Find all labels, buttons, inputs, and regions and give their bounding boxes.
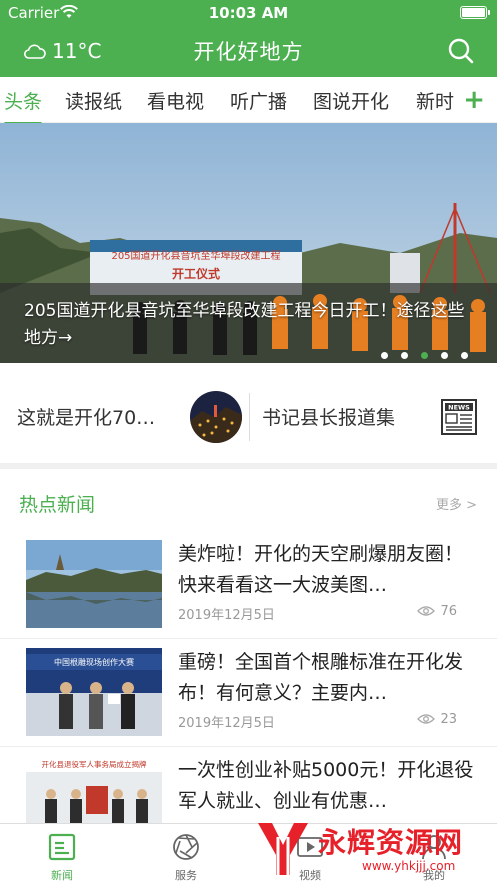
hot-news-title: 热点新闻 bbox=[19, 494, 96, 516]
banner-sign-text: 205国道开化县音坑至华埠段改建工程 bbox=[111, 249, 280, 262]
tab-headlines[interactable]: 头条 bbox=[4, 87, 43, 123]
shortcut-divider bbox=[249, 393, 250, 441]
tab-list: 头条 读报纸 看电视 听广播 图说开化 新时 bbox=[0, 77, 458, 123]
status-time: 10:03 AM bbox=[208, 4, 289, 22]
carousel-dot[interactable] bbox=[441, 352, 448, 359]
watermark-logo: 永辉资源网 www.yhkjjj.com bbox=[252, 817, 492, 883]
news-tab-icon bbox=[48, 833, 76, 861]
news-date: 2019年12月5日 bbox=[178, 608, 275, 623]
eye-icon bbox=[417, 714, 435, 724]
watermark-text: 永辉资源网 bbox=[318, 826, 464, 859]
news-list-item[interactable]: 中国根雕现场创作大赛 重磅！全国首个根雕标准在开化发布！有何意义？主要内… 20… bbox=[0, 639, 497, 747]
kaihua-70-link[interactable]: 这就是开化70… bbox=[17, 403, 155, 430]
tab-photo-kaihua[interactable]: 图说开化 bbox=[313, 87, 389, 117]
news-headline: 美炸啦！开化的天空刷爆朋友圈！快来看看这一大波美图… bbox=[178, 543, 464, 596]
watermark-url: www.yhkjjj.com bbox=[362, 859, 456, 873]
news-list-item[interactable]: 美炸啦！开化的天空刷爆朋友圈！快来看看这一大波美图… 2019年12月5日 76 bbox=[0, 531, 497, 639]
carousel-dots bbox=[381, 352, 481, 359]
banner-sign-sub: 开工仪式 bbox=[172, 266, 220, 281]
view-count: 76 bbox=[440, 604, 457, 619]
tabbar-label: 服务 bbox=[175, 869, 197, 882]
tab-radio[interactable]: 听广播 bbox=[230, 87, 287, 117]
tabbar-label: 新闻 bbox=[51, 869, 73, 882]
carousel-dot[interactable] bbox=[461, 352, 468, 359]
carousel-dot[interactable] bbox=[401, 352, 408, 359]
news-thumbnail: 中国根雕现场创作大赛 bbox=[26, 648, 162, 736]
tab-tv[interactable]: 看电视 bbox=[147, 87, 204, 117]
news-date: 2019年12月5日 bbox=[178, 716, 275, 731]
aperture-icon bbox=[173, 834, 199, 860]
tabbar-services[interactable]: 服务 bbox=[124, 824, 248, 883]
night-city-thumbnail[interactable] bbox=[190, 391, 242, 443]
news-headline: 重磅！全国首个根雕标准在开化发布！有何意义？主要内… bbox=[178, 651, 464, 704]
hot-news-header: 热点新闻 更多 > bbox=[0, 469, 497, 531]
more-link[interactable]: 更多 > bbox=[436, 494, 477, 513]
svg-text:NEWS: NEWS bbox=[448, 404, 470, 412]
category-tabs: 头条 读报纸 看电视 听广播 图说开化 新时 + bbox=[0, 77, 497, 123]
thumb2-banner-text: 中国根雕现场创作大赛 bbox=[54, 657, 134, 667]
leader-reports-link[interactable]: 书记县长报道集 bbox=[262, 403, 395, 430]
news-thumbnail bbox=[26, 540, 162, 628]
app-header: Carrier 10:03 AM 11°C 开化好地方 bbox=[0, 0, 497, 77]
thumb3-banner-text: 开化县退役军人事务局成立揭牌 bbox=[42, 759, 147, 769]
search-icon[interactable] bbox=[447, 37, 475, 65]
banner-title[interactable]: 205国道开化县音坑至华埠段改建工程今日开工！途径这些地方→ bbox=[24, 298, 472, 352]
app-title: 开化好地方 bbox=[193, 40, 304, 64]
newspaper-icon[interactable]: NEWS bbox=[441, 399, 477, 435]
tab-new-era[interactable]: 新时 bbox=[416, 87, 454, 117]
battery-icon bbox=[460, 6, 490, 19]
feature-shortcuts: 这就是开化70… 书记县长报道集 NEWS bbox=[0, 363, 497, 463]
carousel-dot-active[interactable] bbox=[421, 352, 428, 359]
carousel-dot[interactable] bbox=[381, 352, 388, 359]
status-bar: Carrier 10:03 AM bbox=[0, 0, 497, 26]
view-count: 23 bbox=[440, 712, 457, 727]
tabbar-news[interactable]: 新闻 bbox=[0, 824, 124, 883]
banner-carousel[interactable]: 205国道开化县音坑至华埠段改建工程 开工仪式 205国道开化县音坑至华埠段改建… bbox=[0, 123, 497, 363]
news-headline: 一次性创业补贴5000元！开化退役军人就业、创业有优惠… bbox=[178, 759, 474, 812]
yh-logo-icon bbox=[258, 823, 308, 875]
eye-icon bbox=[417, 606, 435, 616]
tab-newspaper[interactable]: 读报纸 bbox=[65, 87, 122, 117]
add-tab-button[interactable]: + bbox=[463, 85, 485, 115]
